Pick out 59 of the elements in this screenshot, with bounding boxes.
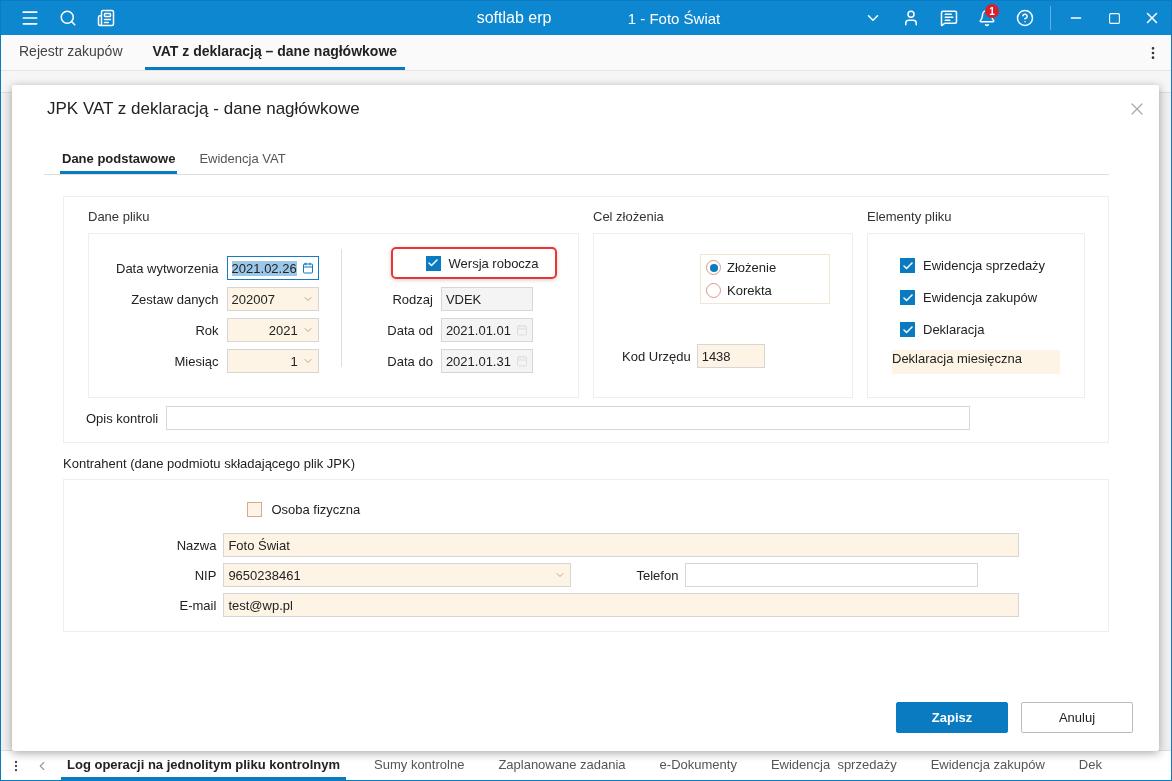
field-label: Nazwa — [175, 537, 217, 553]
tab[interactable]: Rejestr zakupów — [11, 35, 131, 70]
radio-button[interactable] — [706, 283, 721, 298]
checkbox-label: Ewidencja zakupów — [923, 290, 1038, 305]
field-label: Data od — [386, 322, 433, 338]
checkbox[interactable] — [247, 502, 263, 517]
field-label: Zestaw danych — [130, 291, 219, 307]
section-title: Cel złożenia — [593, 209, 665, 224]
field-label: E-mail — [178, 597, 217, 613]
text-field[interactable]: test@wp.pl — [223, 593, 1020, 617]
tab[interactable]: Ewidencja VAT — [197, 145, 288, 174]
app-title: softlab erp — [475, 9, 553, 27]
cancel-button[interactable]: Anuluj — [1021, 702, 1133, 733]
field-label: Miesiąc — [173, 353, 219, 369]
dropdown-field[interactable]: 202007 — [226, 287, 319, 311]
text-field[interactable]: 1438 — [696, 344, 765, 368]
dropdown-field[interactable]: 9650238461 — [223, 563, 572, 587]
dialog-title: JPK VAT z deklaracją - dane nagłówkowe — [47, 99, 360, 119]
radio-label: Złożenie — [727, 260, 777, 275]
checkbox-label: Wersja robocza — [448, 255, 539, 271]
section-title: Kontrahent (dane podmiotu składającego plik JPK) — [63, 456, 356, 471]
checkbox[interactable] — [900, 322, 915, 337]
checkbox[interactable] — [900, 258, 915, 273]
tab[interactable]: Ewidencja sprzedaży — [764, 751, 903, 780]
notification-badge: 1 — [985, 4, 999, 18]
declaration-type: Deklaracja miesięczna — [892, 350, 1060, 374]
field-label: Rok — [194, 322, 219, 338]
section-title: Dane pliku — [88, 209, 151, 224]
field-label: Data do — [386, 353, 433, 369]
checkbox[interactable] — [900, 290, 915, 305]
checkbox-label: Ewidencja sprzedaży — [923, 258, 1046, 273]
field-label: NIP — [193, 567, 217, 583]
text-field[interactable] — [166, 406, 971, 430]
section-title: Elementy pliku — [867, 209, 953, 224]
tab[interactable]: e-Dokumenty — [653, 751, 743, 780]
tab[interactable]: Ewidencja zakupów — [924, 751, 1051, 780]
text-field[interactable]: Foto Świat — [223, 533, 1020, 557]
save-button[interactable]: Zapisz — [896, 702, 1008, 733]
field-label: Data wytworzenia — [116, 260, 219, 276]
dropdown-field[interactable]: 2021 — [226, 318, 319, 342]
tab[interactable]: Zaplanowane zadania — [492, 751, 632, 780]
checkbox-label: Deklaracja — [923, 322, 985, 337]
field-label: Kod Urzędu — [622, 348, 691, 364]
tab[interactable]: Sumy kontrolne — [368, 751, 471, 780]
radio-label: Korekta — [727, 283, 772, 298]
checkbox-label: Osoba fizyczna — [271, 502, 361, 517]
checkbox[interactable] — [425, 255, 441, 271]
tab[interactable]: Dane podstawowe — [60, 145, 178, 174]
radio-button[interactable] — [706, 260, 721, 275]
field-label: Rodzaj — [391, 291, 433, 307]
field-label: Telefon — [635, 567, 679, 583]
date-field[interactable]: 2021.02.26 — [226, 256, 319, 280]
calendar-icon — [301, 262, 314, 274]
bell-icon[interactable] — [978, 9, 996, 27]
company-name: 1 - Foto Świat — [626, 9, 722, 27]
tab[interactable]: Dek — [1072, 751, 1108, 780]
text-field[interactable] — [685, 563, 979, 587]
field-label: Opis kontroli — [86, 410, 159, 426]
dropdown-field[interactable]: 1 — [226, 349, 319, 373]
